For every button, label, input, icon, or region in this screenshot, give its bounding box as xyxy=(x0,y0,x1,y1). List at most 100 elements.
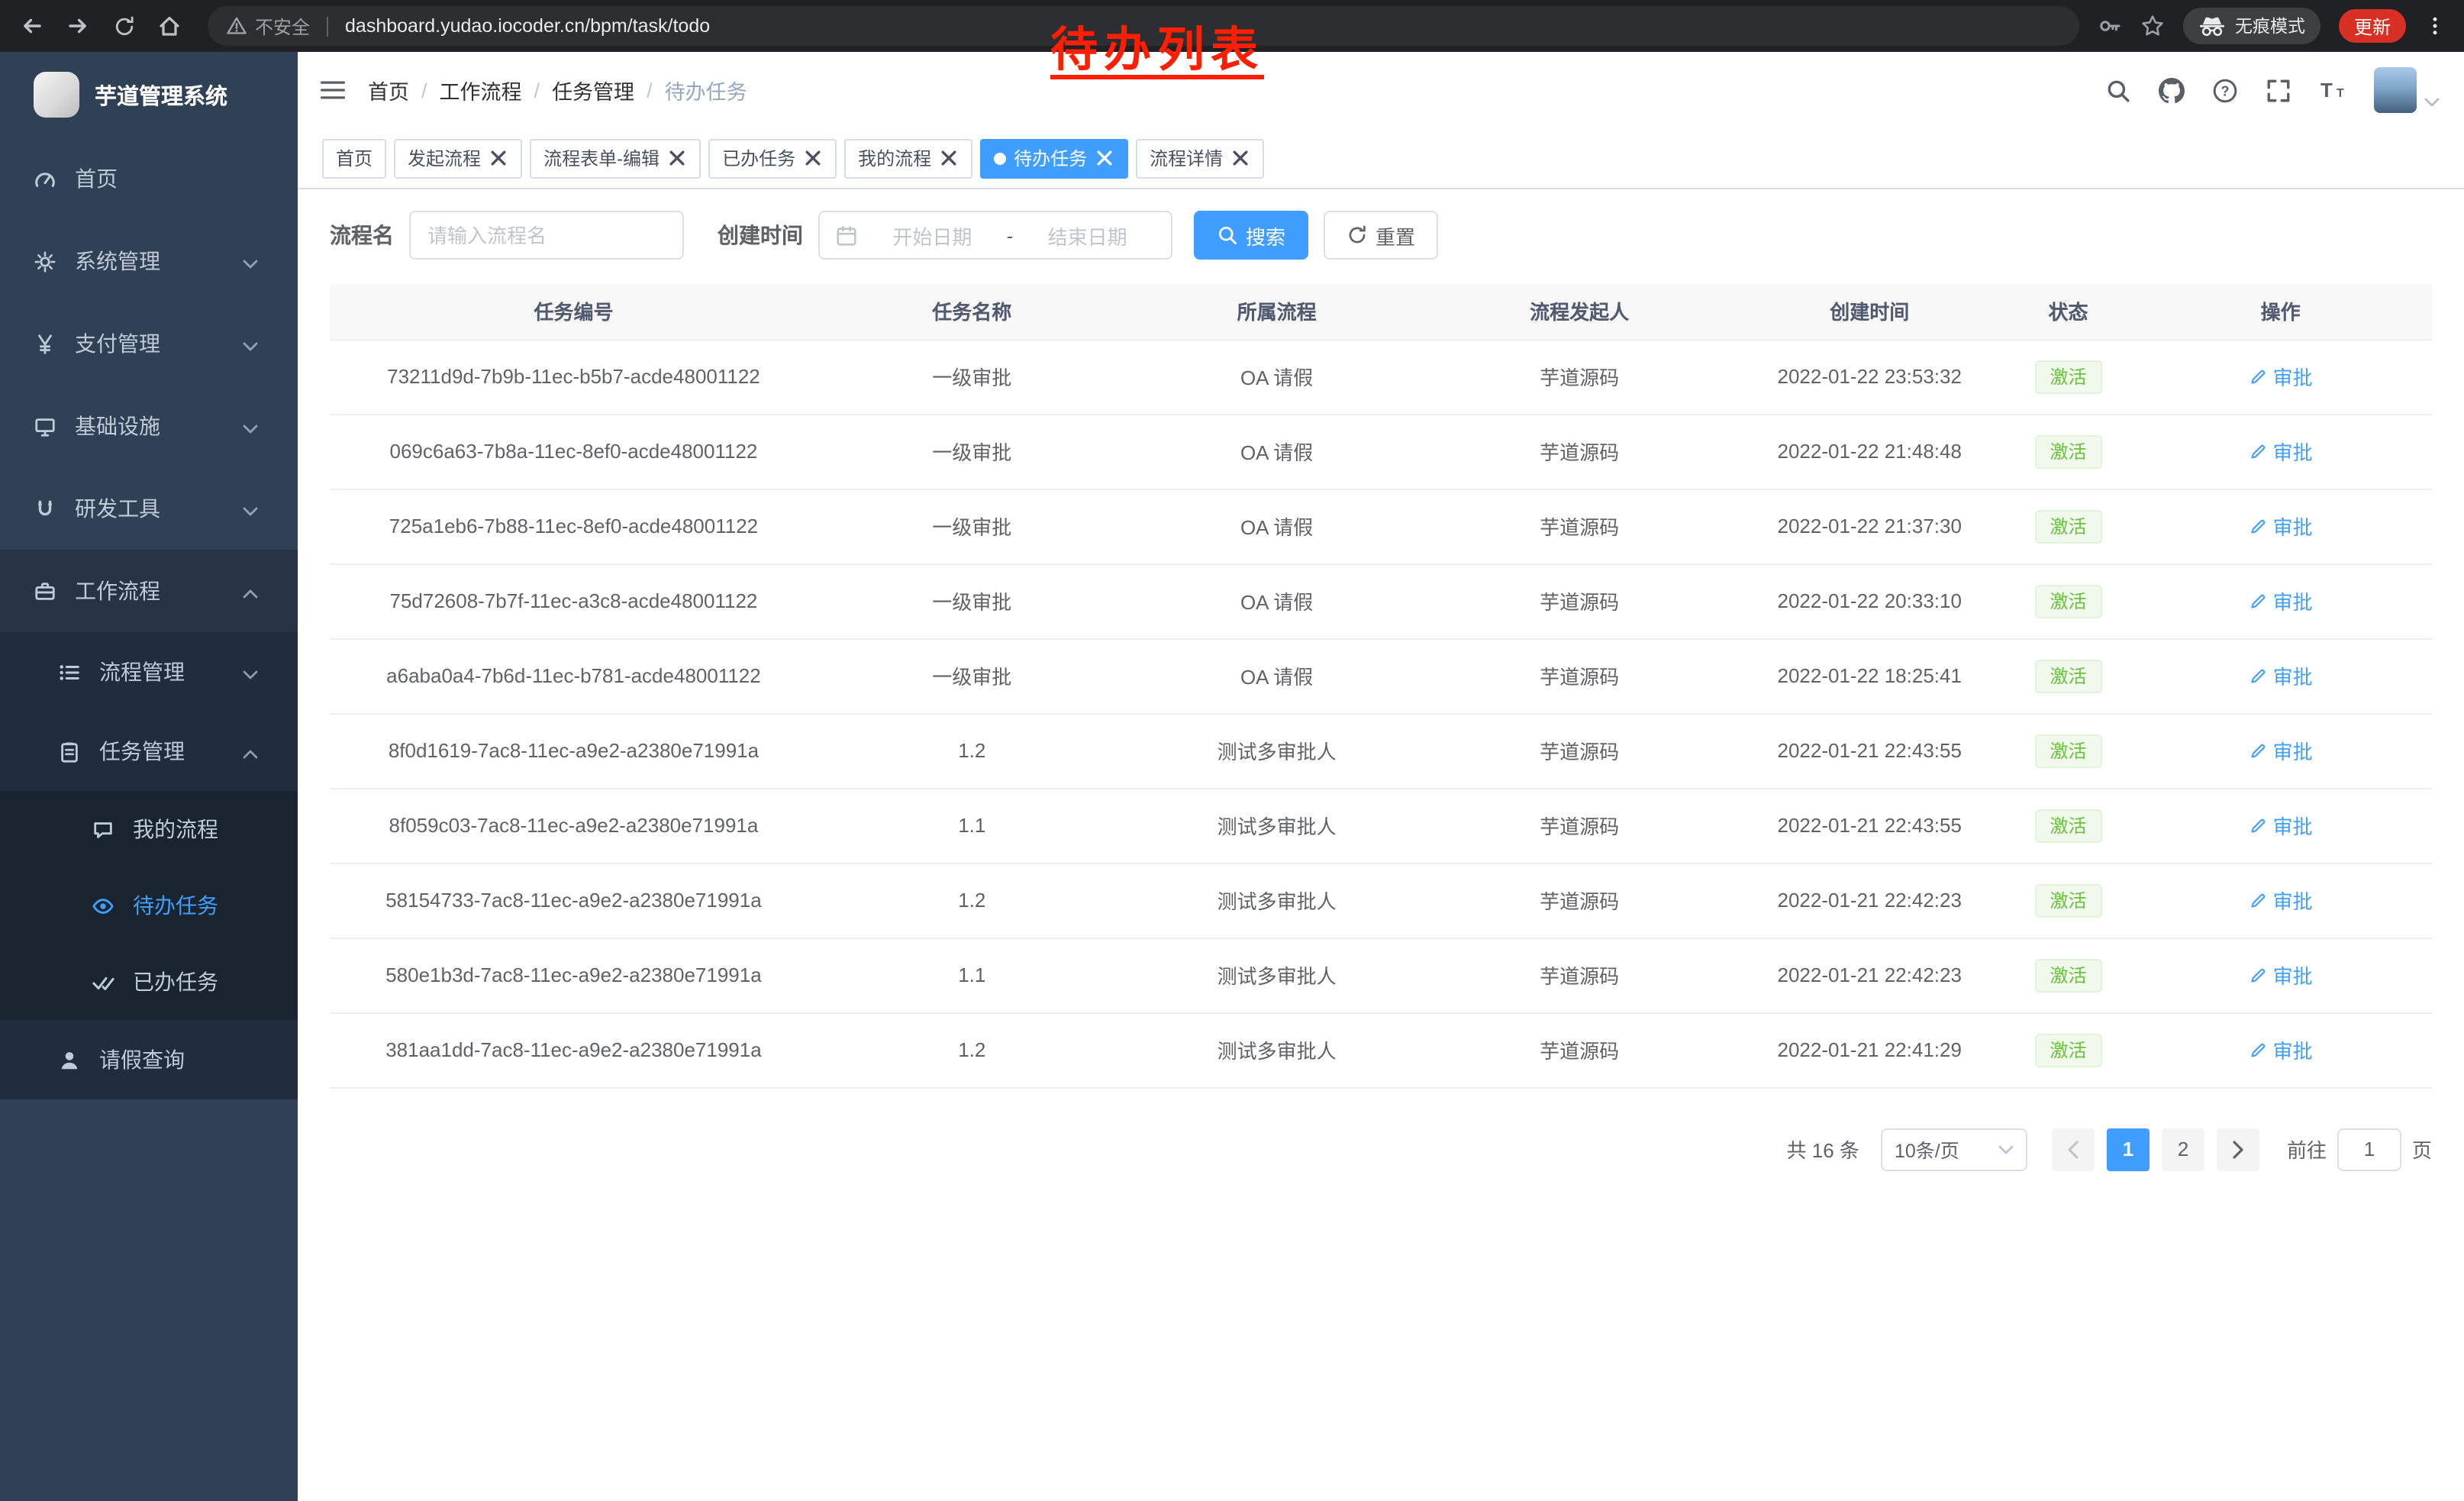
sidebar-item-home[interactable]: 首页 xyxy=(0,137,298,220)
page-button-2[interactable]: 2 xyxy=(2162,1128,2204,1170)
reset-button-label: 重置 xyxy=(1376,221,1415,250)
sidebar-item-done-task[interactable]: 已办任务 xyxy=(0,944,298,1020)
help-icon[interactable]: ? xyxy=(2212,77,2238,103)
incognito-icon xyxy=(2198,12,2226,40)
approve-button[interactable]: 审批 xyxy=(2249,960,2313,989)
initiator-cell: 芋道源码 xyxy=(1427,788,1732,863)
approve-button[interactable]: 审批 xyxy=(2249,437,2313,466)
approve-button[interactable]: 审批 xyxy=(2249,512,2313,541)
fullscreen-icon[interactable] xyxy=(2266,77,2291,103)
incognito-badge: 无痕模式 xyxy=(2183,8,2320,44)
created-cell: 2022-01-22 18:25:41 xyxy=(1732,638,2008,713)
close-icon[interactable] xyxy=(803,148,823,168)
process-name-input[interactable] xyxy=(409,211,684,260)
close-icon[interactable] xyxy=(1230,148,1250,168)
page-size-select[interactable]: 10条/页 xyxy=(1881,1128,2027,1170)
approve-button[interactable]: 审批 xyxy=(2249,586,2313,615)
user-menu[interactable] xyxy=(2374,67,2440,113)
process-cell: 测试多审批人 xyxy=(1127,788,1427,863)
sidebar-item-workflow[interactable]: 工作流程 xyxy=(0,550,298,632)
home-button[interactable] xyxy=(150,6,189,46)
forward-button[interactable] xyxy=(58,6,98,46)
password-key-icon[interactable] xyxy=(2098,14,2122,38)
forward-icon xyxy=(66,14,90,38)
breadcrumb-item[interactable]: 工作流程 xyxy=(440,75,522,105)
reset-button[interactable]: 重置 xyxy=(1324,211,1438,260)
prev-page-button[interactable] xyxy=(2052,1128,2095,1170)
created-cell: 2022-01-22 23:53:32 xyxy=(1732,339,2008,414)
sidebar-item-my-process[interactable]: 我的流程 xyxy=(0,791,298,867)
page-button-1[interactable]: 1 xyxy=(2107,1128,2150,1170)
actions-cell: 审批 xyxy=(2129,638,2432,713)
approve-button[interactable]: 审批 xyxy=(2249,362,2313,391)
search-button[interactable]: 搜索 xyxy=(1194,211,1308,260)
sidebar-item-system[interactable]: 系统管理 xyxy=(0,220,298,302)
tab-label: 已办任务 xyxy=(722,145,795,171)
svg-text:T: T xyxy=(2337,87,2344,100)
process-name-label: 流程名 xyxy=(330,220,394,250)
date-range-picker[interactable]: 开始日期 - 结束日期 xyxy=(818,211,1172,260)
breadcrumb-item[interactable]: 首页 xyxy=(368,75,409,105)
approve-label: 审批 xyxy=(2273,661,2313,690)
approve-button[interactable]: 审批 xyxy=(2249,661,2313,690)
close-icon[interactable] xyxy=(489,148,508,168)
page-content: 流程名 创建时间 开始日期 - 结束日期 搜索 重 xyxy=(298,189,2464,1501)
update-button[interactable]: 更新 xyxy=(2339,9,2406,43)
sidebar-item-infra[interactable]: 基础设施 xyxy=(0,385,298,467)
approve-button[interactable]: 审批 xyxy=(2249,811,2313,840)
back-button[interactable] xyxy=(12,6,52,46)
task-id-cell: 75d72608-7b7f-11ec-a3c8-acde48001122 xyxy=(330,563,818,638)
sidebar-item-todo-task[interactable]: 待办任务 xyxy=(0,867,298,944)
search-icon[interactable] xyxy=(2105,77,2131,103)
approve-label: 审批 xyxy=(2273,886,2313,915)
table-row: 069c6a63-7b8a-11ec-8ef0-acde48001122一级审批… xyxy=(330,414,2432,489)
tab-todo-tasks[interactable]: 待办任务 xyxy=(980,138,1128,178)
goto-page-input[interactable] xyxy=(2337,1128,2401,1170)
search-button-label: 搜索 xyxy=(1246,221,1285,250)
approve-label: 审批 xyxy=(2273,1035,2313,1064)
sidebar-item-leave-query[interactable]: 请假查询 xyxy=(0,1020,298,1099)
close-icon[interactable] xyxy=(939,148,959,168)
tab-process-detail[interactable]: 流程详情 xyxy=(1136,138,1264,178)
status-cell: 激活 xyxy=(2008,638,2130,713)
task-id-cell: 381aa1dd-7ac8-11ec-a9e2-a2380e71991a xyxy=(330,1012,818,1087)
reload-button[interactable] xyxy=(104,6,144,46)
approve-button[interactable]: 审批 xyxy=(2249,736,2313,765)
github-icon[interactable] xyxy=(2159,77,2185,103)
browser-menu-icon[interactable] xyxy=(2424,15,2446,37)
sidebar-item-payment[interactable]: 支付管理 xyxy=(0,302,298,385)
table-row: 58154733-7ac8-11ec-a9e2-a2380e71991a1.2测… xyxy=(330,863,2432,938)
security-chip[interactable]: 不安全 xyxy=(226,13,310,39)
tab-label: 发起流程 xyxy=(408,145,481,171)
task-name-cell: 一级审批 xyxy=(818,339,1127,414)
font-size-icon[interactable]: TT xyxy=(2319,76,2346,104)
tab-my-process[interactable]: 我的流程 xyxy=(844,138,972,178)
initiator-cell: 芋道源码 xyxy=(1427,489,1732,563)
status-badge: 激活 xyxy=(2034,584,2101,618)
logo[interactable]: 芋道管理系统 xyxy=(0,52,298,137)
tab-form-edit[interactable]: 流程表单-编辑 xyxy=(530,138,701,178)
task-id-cell: 069c6a63-7b8a-11ec-8ef0-acde48001122 xyxy=(330,414,818,489)
tab-done-tasks[interactable]: 已办任务 xyxy=(708,138,837,178)
close-icon[interactable] xyxy=(667,148,687,168)
bookmark-star-icon[interactable] xyxy=(2140,14,2165,38)
tab-launch-process[interactable]: 发起流程 xyxy=(394,138,522,178)
table-row: 725a1eb6-7b88-11ec-8ef0-acde48001122一级审批… xyxy=(330,489,2432,563)
approve-label: 审批 xyxy=(2273,362,2313,391)
next-page-button[interactable] xyxy=(2217,1128,2259,1170)
approve-button[interactable]: 审批 xyxy=(2249,886,2313,915)
close-icon[interactable] xyxy=(1095,148,1114,168)
tab-home[interactable]: 首页 xyxy=(322,138,386,178)
approve-button[interactable]: 审批 xyxy=(2249,1035,2313,1064)
sidebar-item-task-mgmt[interactable]: 任务管理 xyxy=(0,712,298,791)
sidebar-item-devtools[interactable]: 研发工具 xyxy=(0,467,298,550)
svg-text:?: ? xyxy=(2221,82,2229,98)
create-time-label: 创建时间 xyxy=(718,220,803,250)
sidebar-item-process-mgmt[interactable]: 流程管理 xyxy=(0,632,298,712)
created-cell: 2022-01-22 20:33:10 xyxy=(1732,563,2008,638)
task-name-cell: 1.2 xyxy=(818,863,1127,938)
sidebar-toggle[interactable] xyxy=(298,76,368,104)
actions-cell: 审批 xyxy=(2129,938,2432,1012)
task-name-cell: 一级审批 xyxy=(818,563,1127,638)
breadcrumb-item[interactable]: 任务管理 xyxy=(552,75,634,105)
